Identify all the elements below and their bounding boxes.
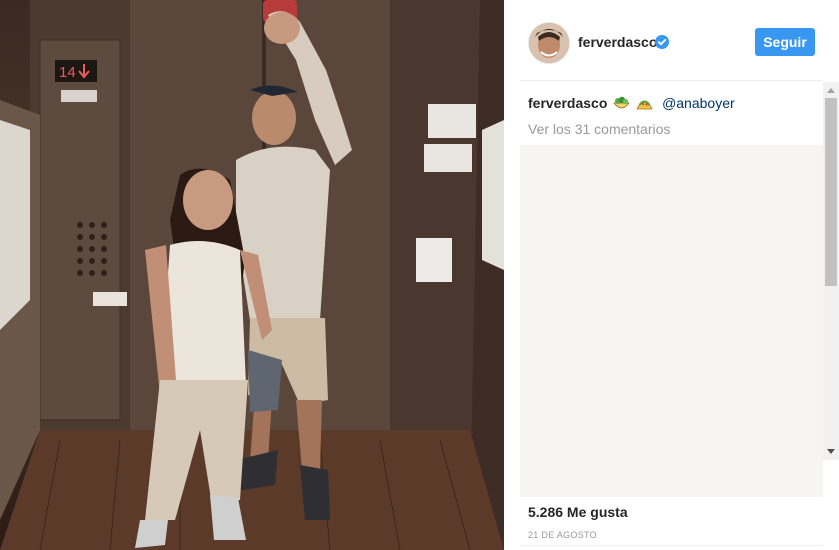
caption-mention-link[interactable]: @anaboyer xyxy=(662,95,735,111)
elevator-selfie-image: 14 xyxy=(0,0,504,550)
bottom-divider xyxy=(520,545,823,546)
post-date: 21 DE AGOSTO xyxy=(528,530,597,540)
post-caption: ferverdasco @anaboyer xyxy=(528,95,735,114)
verified-badge-icon xyxy=(655,35,669,49)
scroll-up-arrow-icon[interactable] xyxy=(827,88,835,93)
avatar[interactable] xyxy=(528,22,570,64)
header-divider xyxy=(520,80,823,81)
taco-emoji-icon xyxy=(636,96,653,114)
comments-scrollbar[interactable] xyxy=(823,82,839,460)
avatar-image xyxy=(529,23,569,63)
post-photo[interactable]: 14 xyxy=(0,0,504,550)
scrollbar-thumb[interactable] xyxy=(825,98,837,286)
caption-username[interactable]: ferverdasco xyxy=(528,95,607,111)
view-comments-link[interactable]: Ver los 31 comentarios xyxy=(528,121,670,137)
like-count[interactable]: 5.286 Me gusta xyxy=(528,504,628,520)
scroll-down-arrow-icon[interactable] xyxy=(827,449,835,454)
post-author-username[interactable]: ferverdasco xyxy=(578,34,657,50)
follow-button[interactable]: Seguir xyxy=(755,28,815,56)
salad-emoji-icon xyxy=(613,96,631,114)
comments-list[interactable] xyxy=(520,145,823,497)
floor-display: 14 xyxy=(59,64,76,81)
post-details-panel: ferverdasco Seguir ferverdasco @anaboyer… xyxy=(504,0,839,550)
post-header: ferverdasco Seguir xyxy=(504,0,839,81)
